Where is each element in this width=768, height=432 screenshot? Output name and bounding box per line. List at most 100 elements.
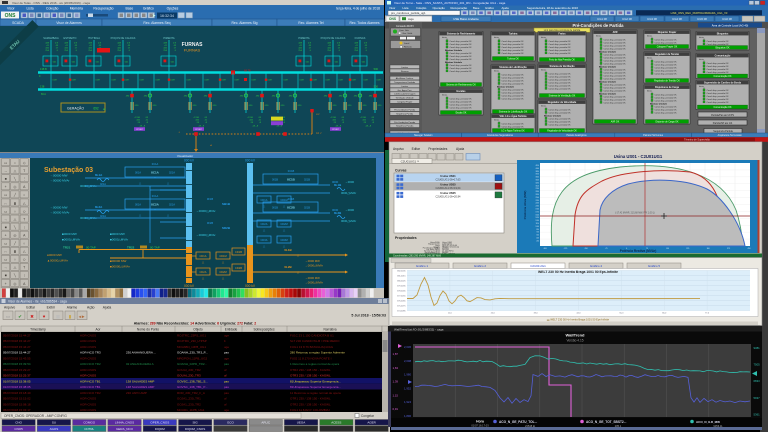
svg-text:Cond. disp. pressão OK: Cond. disp. pressão OK — [549, 40, 572, 43]
svg-text:021A: 021A — [100, 214, 106, 218]
svg-text:GERA_NCO: GERA_NCO — [116, 427, 134, 431]
svg-text:SCADA: SCADA — [12, 21, 24, 25]
svg-text:UG2 08: UG2 08 — [622, 17, 632, 21]
svg-text:Disjuntores de Carga: Disjuntores de Carga — [655, 86, 680, 89]
svg-text:150: 150 — [666, 248, 669, 250]
svg-text:44 ↗: 44 ↗ — [316, 131, 323, 135]
svg-text:T: T — [23, 266, 25, 270]
svg-text:Freios: Freios — [558, 33, 566, 36]
svg-text:⋮: ⋮ — [23, 225, 26, 229]
svg-text:CNO: CNO — [15, 421, 22, 425]
svg-text:◇: ◇ — [23, 161, 26, 165]
svg-text:▭: ▭ — [4, 258, 7, 262]
svg-text:SLT 230 CANDIOTA-B / PRE MEDI: SLT 230 CANDIOTA-B / PRE MEDIO — [290, 339, 340, 343]
svg-text:Remoto: Remoto — [404, 46, 412, 49]
svg-text:5361: 5361 — [754, 412, 761, 416]
svg-text:Coleção: Coleção — [46, 7, 59, 11]
svg-text:Rec. Alarmes Seq: Rec. Alarmes Seq — [143, 21, 170, 25]
svg-text:001A: 001A — [135, 171, 141, 175]
svg-text:▲00000△MVAr: ▲00000△MVAr — [47, 259, 68, 263]
svg-text:⋮: ⋮ — [23, 274, 26, 278]
svg-text:0L2B: 0L2B — [284, 265, 292, 269]
svg-text:0F1B: 0F1B — [207, 197, 213, 201]
svg-text:→00000 MVAr: →00000 MVAr — [50, 179, 69, 183]
svg-text:581,2015: 581,2015 — [397, 275, 406, 277]
svg-text:Cond. disp. pressão OK: Cond. disp. pressão OK — [655, 60, 678, 63]
svg-text:Cond. disp. pressão OK: Cond. disp. pressão OK — [604, 89, 627, 92]
svg-text:Base: Base — [473, 6, 480, 10]
svg-text:280 Retornou a regiao Superior: 280 Retornou a regiao Superior Aderente — [290, 351, 345, 355]
svg-text:╲: ╲ — [13, 225, 16, 229]
svg-text:Cond. disp. pressão OK: Cond. disp. pressão OK — [604, 53, 627, 56]
svg-text:➤: ➤ — [152, 13, 156, 18]
svg-text:692: 692 — [93, 107, 99, 111]
svg-text:8C1B: 8C1B — [287, 178, 296, 182]
svg-text:69 A: 69 A — [41, 93, 46, 96]
svg-text:Sequência Partida: Sequência Partida — [396, 113, 414, 116]
svg-text:0F2B: 0F2B — [207, 221, 213, 225]
svg-text:C2U01UG1 06=17,63: C2U01UG1 06=17,63 — [435, 178, 461, 182]
svg-text:375: 375 — [727, 248, 730, 250]
svg-text:Regulador de Velocidade OK: Regulador de Velocidade OK — [547, 129, 577, 132]
svg-text:00 TAP: 00 TAP — [86, 246, 96, 250]
svg-text:AOR-CNOS: AOR-CNOS — [80, 402, 96, 406]
svg-text:MOUD1_11PB_UG1: MOUD1_11PB_UG1 — [177, 408, 205, 412]
svg-text:Gráfico 2: Gráfico 2 — [474, 264, 487, 268]
svg-text:3550: 3550 — [535, 177, 539, 179]
svg-text:Sistema de Resfriamento OK: Sistema de Resfriamento OK — [446, 83, 476, 86]
svg-text:AVR OK: AVR OK — [611, 120, 620, 123]
svg-text:AOR-NCO TR2: AOR-NCO TR2 — [80, 362, 101, 366]
svg-text:→: → — [4, 169, 7, 173]
svg-text:Colagem Frapér OK: Colagem Frapér OK — [657, 45, 678, 48]
svg-text:2200: 2200 — [535, 203, 539, 205]
svg-text:Comando MUSY: Comando MUSY — [396, 25, 414, 28]
svg-text:OTR1 230 / 138 150 - KAGWL: OTR1 230 / 138 150 - KAGWL — [290, 397, 331, 401]
svg-text:Bombas Unidade: Bombas Unidade — [599, 93, 617, 95]
svg-text:021A: 021A — [100, 182, 106, 186]
svg-text:Cond. disp. pressão OK: Cond. disp. pressão OK — [604, 47, 627, 50]
svg-text:Propriedades: Propriedades — [395, 236, 417, 240]
svg-text:300: 300 — [707, 248, 710, 250]
svg-text:Cond. disp. pressão OK: Cond. disp. pressão OK — [655, 38, 678, 41]
svg-text:uge: uge — [224, 333, 229, 337]
svg-text:Cond. disp. pressão OK: Cond. disp. pressão OK — [707, 71, 730, 74]
svg-text:575,2075: 575,2075 — [397, 305, 406, 307]
svg-text:→0000: →0000 — [345, 208, 354, 212]
svg-text:⋮: ⋮ — [23, 177, 26, 181]
svg-text:Ger. Valid.: Ger. Valid. — [403, 32, 413, 35]
svg-text:8L2B: 8L2B — [334, 211, 342, 215]
svg-text:0000△MVAr: 0000△MVAr — [341, 191, 356, 195]
svg-text:Cond. disp. pressão OK: Cond. disp. pressão OK — [450, 64, 473, 67]
svg-text:Visor: Visor — [7, 7, 16, 11]
svg-text:uf: uf — [224, 368, 227, 372]
svg-text:ONS: ONS — [389, 17, 396, 21]
svg-text:Rec. Alarmes Tel: Rec. Alarmes Tel — [298, 21, 324, 25]
svg-text:1300: 1300 — [535, 220, 539, 222]
svg-text:CD2A: CD2A — [261, 222, 268, 226]
svg-text:700: 700 — [536, 232, 539, 234]
svg-text:Pré-Condições de Partida: Pré-Condições de Partida — [573, 23, 625, 28]
svg-text:0C1B: 0C1B — [288, 169, 295, 173]
svg-text:Resumo: Resumo — [401, 71, 410, 73]
svg-text:-18, -8: -18, -8 — [139, 125, 146, 127]
svg-text:Cond. disp. pressão OK: Cond. disp. pressão OK — [604, 77, 627, 80]
svg-text:Cond. disp. pressão OK: Cond. disp. pressão OK — [655, 96, 678, 99]
svg-text:╲: ╲ — [13, 177, 16, 181]
svg-text:◎: ◎ — [13, 233, 16, 237]
svg-text:→00000 MW: →00000 MW — [50, 206, 68, 210]
svg-text:C2U01UG1 06=20,94: C2U01UG1 06=20,94 — [435, 195, 461, 199]
svg-text:▭: ▭ — [4, 161, 7, 165]
svg-text:AOR-CNOS: AOR-CNOS — [80, 333, 96, 337]
svg-text:Bombas Unidade: Bombas Unidade — [497, 86, 515, 88]
svg-text:580,2025: 580,2025 — [397, 280, 406, 282]
svg-text:02 ANHANGUERA A: 02 ANHANGUERA A — [126, 362, 154, 366]
svg-text:Vibr. LG e Água Turbina: Vibr. LG e Água Turbina — [499, 115, 527, 118]
svg-text:Cond. disp. pressão OK: Cond. disp. pressão OK — [655, 69, 678, 72]
svg-text:CD3A: CD3A — [261, 238, 268, 242]
svg-text:TR21: TR21 — [63, 246, 71, 250]
svg-text:○: ○ — [14, 209, 16, 213]
svg-text:001B: 001B — [272, 206, 278, 210]
svg-text:C2U01UG1 ⨯: C2U01UG1 ⨯ — [401, 159, 420, 163]
svg-text:Limites: Limites — [401, 66, 408, 69]
svg-text:Navegar Telalarm: Navegar Telalarm — [414, 134, 433, 137]
